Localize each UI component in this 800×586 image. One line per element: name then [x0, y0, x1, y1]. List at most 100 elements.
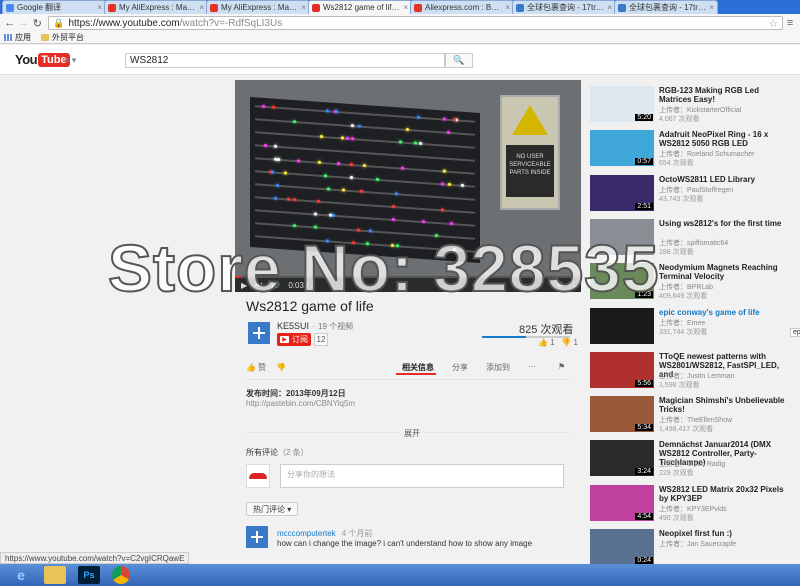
led-pixel: [442, 117, 446, 121]
user-avatar: [246, 464, 270, 488]
warning-triangle-icon: [512, 105, 548, 135]
channel-video-count[interactable]: 19 个视频: [318, 322, 353, 331]
browser-tab[interactable]: Ws2812 game of life - Y ×: [308, 0, 412, 14]
video-thumbnail[interactable]: 3:24: [590, 440, 654, 477]
tab-title: Google 翻译: [17, 3, 62, 12]
like-ratio-fill: [482, 336, 526, 338]
video-thumbnail[interactable]: [590, 307, 654, 344]
video-duration: 5:20: [635, 114, 653, 121]
bookmark-apps[interactable]: 应用: [4, 32, 31, 43]
divider: [246, 379, 570, 380]
file-explorer-icon[interactable]: [44, 566, 66, 584]
dislike-button[interactable]: 👎: [276, 363, 286, 372]
close-tab-icon[interactable]: ×: [607, 3, 612, 12]
close-tab-icon[interactable]: ×: [301, 3, 306, 12]
related-video-item[interactable]: 2:51 OctoWS2811 LED Library 上传者：PaulStoffr…: [588, 173, 788, 213]
comments-header: 所有评论（2 条）: [246, 447, 309, 458]
led-pixel: [274, 196, 278, 200]
thumbs-down-icon[interactable]: 👎: [561, 338, 571, 347]
browser-tab[interactable]: 全球包裹查询 - 17track ×: [512, 0, 616, 14]
related-video-title[interactable]: RGB-123 Making RGB Led Matrices Easy!: [659, 86, 789, 104]
comment-author[interactable]: mcccomputertek: [277, 529, 336, 538]
subscribe-label: 订阅: [292, 335, 308, 344]
tab-add-to[interactable]: 添加到: [486, 362, 510, 373]
bookmark-folder[interactable]: 外贸平台: [41, 32, 84, 43]
led-pixel: [362, 163, 366, 168]
video-thumbnail[interactable]: 0:24: [590, 529, 654, 565]
sort-comments-button[interactable]: 热门评论 ▾: [246, 502, 299, 516]
tab-about[interactable]: 相关信息: [402, 362, 434, 373]
subscribe-button[interactable]: ▶ 订阅: [277, 333, 311, 346]
browser-tab[interactable]: 全球包裹查询 - 17track ×: [614, 0, 718, 14]
tab-share[interactable]: 分享: [452, 362, 468, 373]
video-thumbnail[interactable]: 2:51: [590, 174, 654, 211]
video-thumbnail[interactable]: 5:56: [590, 351, 654, 388]
related-video-item[interactable]: 5:20 RGB-123 Making RGB Led Matrices Easy…: [588, 84, 788, 124]
video-thumbnail[interactable]: 5:34: [590, 396, 654, 433]
related-video-item[interactable]: 3:24 Demnächst Januar2014 (DMX WS2812 Con…: [588, 438, 788, 478]
close-tab-icon[interactable]: ×: [505, 3, 510, 12]
browser-tab[interactable]: My AliExpress : Manage ×: [206, 0, 310, 14]
tab-favicon-icon: [108, 3, 116, 12]
browser-tab[interactable]: My AliExpress : Manage ×: [104, 0, 208, 14]
browser-toolbar: ← → ↻ 🔒 https://www.youtube.com /watch?v…: [0, 14, 800, 32]
related-video-title[interactable]: Using ws2812's for the first time: [659, 219, 789, 228]
video-thumbnail[interactable]: 5:20: [590, 86, 654, 122]
flag-icon[interactable]: ⚑: [558, 362, 565, 371]
related-video-title[interactable]: WS2812 LED Matrix 20x32 Pixels by KPY3EP: [659, 485, 789, 503]
led-pixel: [446, 130, 450, 134]
related-video-title[interactable]: OctoWS2811 LED Library: [659, 175, 789, 184]
search-button[interactable]: 🔍: [445, 53, 473, 68]
reload-icon[interactable]: ↻: [31, 16, 45, 30]
related-video-title[interactable]: Neopixel first fun :): [659, 529, 789, 538]
back-icon[interactable]: ←: [3, 16, 17, 30]
comment-time[interactable]: 4 个月前: [342, 529, 373, 538]
thumbs-up-icon[interactable]: 👍: [538, 338, 548, 347]
related-video-title[interactable]: Adafruit NeoPixel Ring - 16 x WS2812 505…: [659, 130, 789, 148]
close-tab-icon[interactable]: ×: [199, 3, 204, 12]
close-tab-icon[interactable]: ×: [403, 3, 408, 12]
close-tab-icon[interactable]: ×: [709, 3, 714, 12]
related-video-title[interactable]: epic conway's game of life: [659, 308, 789, 317]
video-thumbnail[interactable]: 4:54: [590, 484, 654, 521]
related-video-uploader: 上传者：Jan Sauerzapfe: [659, 541, 737, 548]
forward-icon[interactable]: →: [17, 16, 31, 30]
guide-menu-icon[interactable]: ≡ ▾: [64, 55, 76, 66]
related-video-item[interactable]: epic conway's game of life 上传者：Emee 331,74…: [588, 306, 788, 346]
menu-icon[interactable]: ≡: [783, 17, 797, 29]
close-tab-icon[interactable]: ×: [97, 3, 102, 12]
address-bar[interactable]: 🔒 https://www.youtube.com /watch?v=-RdfS…: [48, 16, 784, 30]
comment-input[interactable]: 分享你的想法: [280, 464, 564, 488]
user-logo-icon: [249, 473, 267, 479]
like-count: 1: [550, 338, 555, 347]
bookmark-star-icon[interactable]: ☆: [768, 17, 778, 30]
channel-name[interactable]: KE5SUI: [277, 321, 309, 331]
led-pixel: [328, 213, 332, 217]
channel-separator: ·: [312, 321, 316, 331]
related-video-title[interactable]: Neodymium Magnets Reaching Terminal Velo…: [659, 263, 789, 281]
related-video-item[interactable]: 5:56 TToQE newest patterns with WS2801/WS…: [588, 350, 788, 390]
related-video-title[interactable]: Magician Shimshi's Unbelievable Tricks!: [659, 396, 789, 414]
expand-button[interactable]: 展开: [400, 428, 424, 439]
browser-tab[interactable]: Aliexpress.com : Buy Et ×: [410, 0, 514, 14]
video-thumbnail[interactable]: 0:57: [590, 130, 654, 167]
led-pixel: [418, 141, 422, 145]
chrome-icon[interactable]: [112, 566, 130, 584]
related-video-item[interactable]: 0:57 Adafruit NeoPixel Ring - 16 x WS2812…: [588, 128, 788, 168]
like-button[interactable]: 👍 赞: [246, 362, 266, 373]
description-link[interactable]: http://pastebin.com/CBNYiq5m: [246, 399, 355, 408]
led-pixel: [450, 221, 454, 226]
internet-explorer-icon[interactable]: e: [10, 566, 32, 584]
youtube-logo[interactable]: You Tube: [15, 52, 70, 67]
view-count: 825 次观看: [519, 324, 574, 336]
photoshop-icon[interactable]: Ps: [78, 566, 100, 584]
search-input[interactable]: WS2812: [125, 53, 445, 68]
channel-avatar[interactable]: [248, 322, 270, 344]
related-video-item[interactable]: 4:54 WS2812 LED Matrix 20x32 Pixels by KP…: [588, 483, 788, 523]
commenter-avatar[interactable]: [246, 526, 268, 548]
related-video-item[interactable]: 0:24 Neopixel first fun :) 上传者：Jan Sauerza…: [588, 527, 788, 567]
more-icon[interactable]: ···: [528, 362, 536, 371]
sort-label: 热门评论: [253, 504, 285, 514]
browser-tab[interactable]: Google 翻译 ×: [2, 0, 106, 14]
related-video-item[interactable]: 5:34 Magician Shimshi's Unbelievable Tric…: [588, 394, 788, 434]
